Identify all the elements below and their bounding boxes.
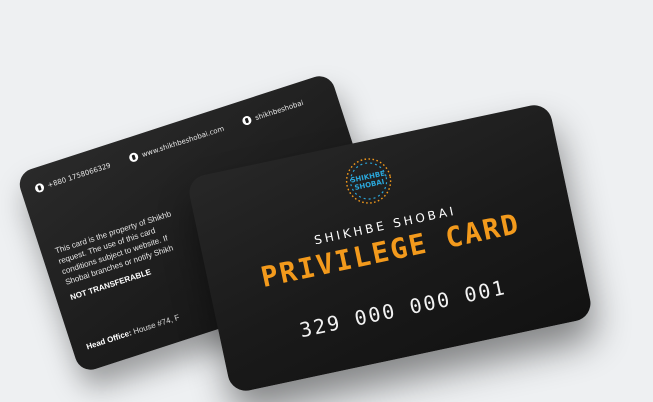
card-mockup-scene: +880 1758066329 www.shikhbeshobai.com sh… <box>0 0 653 402</box>
website-text: www.shikhbeshobai.com <box>140 124 226 159</box>
facebook-icon <box>241 114 253 127</box>
phone-text: +880 1758066329 <box>46 161 112 190</box>
website-contact: www.shikhbeshobai.com <box>128 124 225 163</box>
globe-icon <box>128 151 140 163</box>
brand-logo: SHIKHBE SHOBAI <box>345 158 392 204</box>
phone-contact: +880 1758066329 <box>33 161 112 194</box>
facebook-text: shikhbeshobai <box>253 98 305 122</box>
facebook-contact: shikhbeshobai <box>241 98 305 127</box>
head-office-label: Head Office: <box>85 328 133 352</box>
phone-icon <box>33 182 46 194</box>
head-office: Head Office: House #74, F <box>85 313 180 352</box>
head-office-value: House #74, F <box>132 312 181 337</box>
